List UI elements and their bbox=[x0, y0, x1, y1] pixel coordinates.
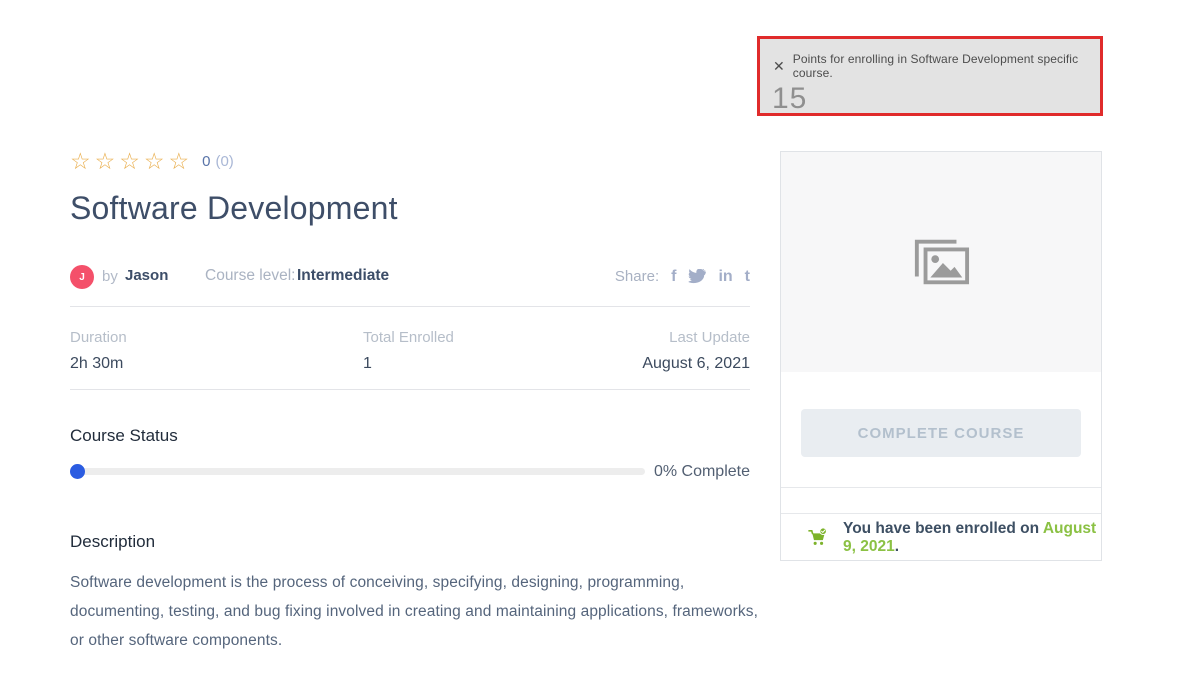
author-name-link[interactable]: Jason bbox=[125, 267, 168, 284]
star-icon: ☆ bbox=[95, 150, 116, 173]
rating-value: 0 bbox=[202, 153, 210, 170]
meta-last-update: Last Update August 6, 2021 bbox=[642, 329, 750, 373]
share-label: Share: bbox=[615, 268, 659, 285]
course-thumbnail-placeholder bbox=[781, 152, 1101, 372]
course-level-label: Course level: bbox=[205, 267, 295, 285]
points-value: 15 bbox=[760, 80, 1100, 116]
meta-label: Duration bbox=[70, 329, 127, 346]
description-heading: Description bbox=[70, 532, 155, 552]
course-status-heading: Course Status bbox=[70, 426, 178, 446]
enrolled-suffix: . bbox=[895, 538, 899, 555]
meta-duration: Duration 2h 30m bbox=[70, 329, 127, 373]
card-button-zone: COMPLETE COURSE bbox=[781, 372, 1101, 487]
linkedin-icon[interactable]: in bbox=[718, 269, 732, 285]
progress-percent-label: 0% Complete bbox=[70, 463, 750, 481]
facebook-icon[interactable]: f bbox=[671, 269, 676, 285]
tumblr-icon[interactable]: t bbox=[745, 269, 750, 285]
twitter-icon[interactable] bbox=[688, 269, 706, 284]
meta-value: 2h 30m bbox=[70, 355, 127, 373]
points-notification-toast: ✕ Points for enrolling in Software Devel… bbox=[757, 36, 1103, 116]
complete-course-button[interactable]: COMPLETE COURSE bbox=[801, 409, 1081, 457]
divider bbox=[70, 306, 750, 307]
rating-count: (0) bbox=[215, 153, 233, 170]
card-spacer bbox=[781, 488, 1101, 513]
meta-total-enrolled: Total Enrolled 1 bbox=[363, 329, 454, 373]
divider bbox=[70, 389, 750, 390]
star-icon: ☆ bbox=[119, 150, 140, 173]
avatar: J bbox=[70, 265, 94, 289]
star-icon: ☆ bbox=[70, 150, 91, 173]
close-icon[interactable]: ✕ bbox=[773, 59, 785, 73]
enrolled-message: You have been enrolled on August 9, 2021… bbox=[843, 520, 1101, 556]
meta-value: August 6, 2021 bbox=[642, 355, 750, 373]
description-body: Software development is the process of c… bbox=[70, 568, 760, 655]
image-placeholder-icon bbox=[912, 236, 970, 288]
author-row: J by Jason Course level: Intermediate Sh… bbox=[70, 264, 750, 290]
meta-value: 1 bbox=[363, 355, 454, 373]
course-sidebar-card: COMPLETE COURSE You have been enrolled o… bbox=[780, 151, 1102, 561]
rating-row: ☆ ☆ ☆ ☆ ☆ 0 (0) bbox=[70, 150, 234, 173]
meta-label: Total Enrolled bbox=[363, 329, 454, 346]
cart-check-icon bbox=[807, 527, 829, 549]
page-title: Software Development bbox=[70, 190, 398, 227]
notification-message: Points for enrolling in Software Develop… bbox=[793, 52, 1086, 80]
course-level-value: Intermediate bbox=[297, 267, 389, 285]
enrolled-status-row: You have been enrolled on August 9, 2021… bbox=[781, 514, 1101, 561]
star-icon: ☆ bbox=[169, 150, 190, 173]
share-group: Share: f in t bbox=[615, 268, 750, 285]
course-page: ✕ Points for enrolling in Software Devel… bbox=[0, 0, 1180, 691]
by-label: by bbox=[102, 268, 118, 285]
meta-label: Last Update bbox=[642, 329, 750, 346]
enrolled-prefix: You have been enrolled on bbox=[843, 520, 1043, 537]
star-icon: ☆ bbox=[144, 150, 165, 173]
